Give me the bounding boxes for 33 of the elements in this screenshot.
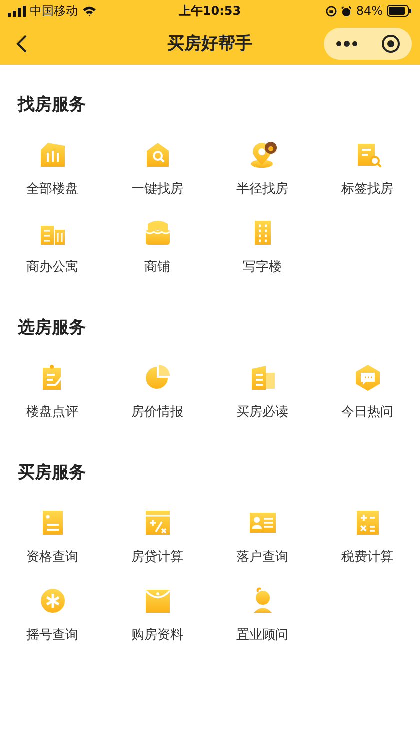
service-label[interactable]: 房贷计算 <box>132 548 184 566</box>
carrier-name: 中国移动 <box>30 2 78 20</box>
service-label[interactable]: 半径找房 <box>236 180 288 198</box>
status-time: 上午10:53 <box>178 2 242 20</box>
more-icon <box>336 40 358 46</box>
service-label[interactable]: 一键找房 <box>132 180 184 198</box>
target-icon <box>380 34 400 54</box>
service-label[interactable]: 全部楼盘 <box>26 180 78 198</box>
service-label[interactable]: 写字楼 <box>243 258 282 276</box>
section-title: 买房服务 <box>18 462 87 484</box>
rotation-lock-icon <box>326 6 338 16</box>
page-title: 买房好帮手 <box>168 33 252 55</box>
wifi-icon <box>82 6 97 16</box>
service-label[interactable]: 标签找房 <box>342 180 394 198</box>
service-label[interactable]: 商铺 <box>144 258 170 276</box>
battery-icon <box>387 5 412 17</box>
alarm-icon <box>341 6 352 16</box>
service-label[interactable]: 今日热问 <box>342 403 394 421</box>
section-title: 找房服务 <box>18 94 87 116</box>
service-label[interactable]: 税费计算 <box>342 548 394 566</box>
section-title: 选房服务 <box>18 317 87 339</box>
back-icon <box>16 34 28 54</box>
service-label[interactable]: 购房资料 <box>132 626 184 644</box>
service-label[interactable]: 置业顾问 <box>236 626 288 644</box>
service-label[interactable]: 摇号查询 <box>26 626 78 644</box>
service-label[interactable]: 资格查询 <box>26 548 78 566</box>
service-label[interactable]: 楼盘点评 <box>26 403 78 421</box>
service-label[interactable]: 买房必读 <box>236 403 288 421</box>
battery-percent: 84% <box>356 4 384 18</box>
service-label[interactable]: 房价情报 <box>132 403 184 421</box>
service-label[interactable]: 商办公寓 <box>26 258 78 276</box>
service-label[interactable]: 落户查询 <box>236 548 288 566</box>
signal-icon <box>8 6 26 16</box>
